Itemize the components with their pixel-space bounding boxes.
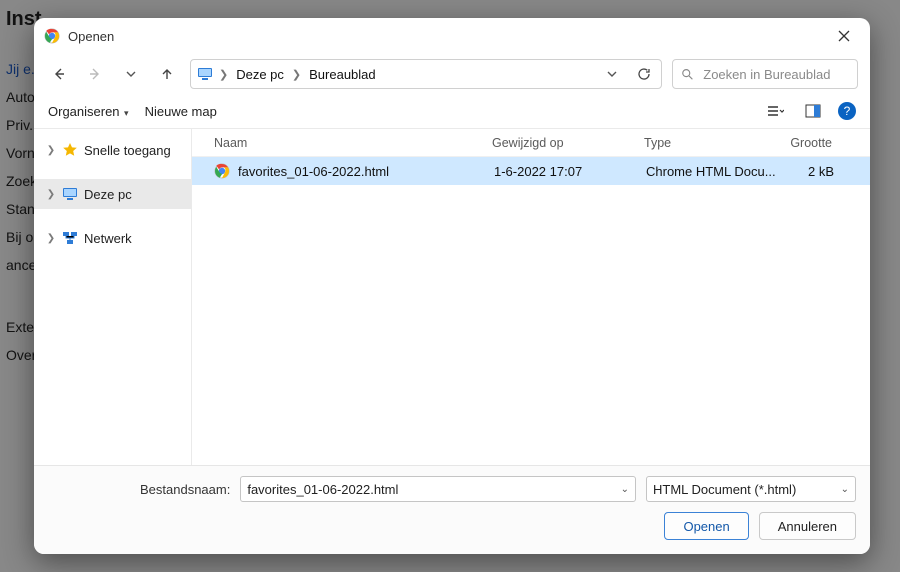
chrome-file-icon	[214, 163, 230, 179]
search-box[interactable]	[672, 59, 858, 89]
nav-row: ❯ Deze pc ❯ Bureaublad	[34, 54, 870, 94]
dialog-footer: Bestandsnaam: favorites_01-06-2022.html …	[34, 465, 870, 554]
chevron-down-icon	[126, 69, 136, 79]
search-icon	[681, 67, 693, 81]
help-icon: ?	[844, 104, 851, 118]
column-name-label: Naam	[214, 136, 247, 150]
nav-tree: ❯ Snelle toegang ❯ Deze pc ❯ Ne	[34, 129, 192, 465]
file-type: Chrome HTML Docu...	[646, 164, 784, 179]
column-size[interactable]: Grootte	[782, 136, 842, 150]
titlebar: Openen	[34, 18, 870, 54]
file-open-dialog: Openen ❯ Deze pc ❯ Bureaublad	[34, 18, 870, 554]
chevron-right-icon: ❯	[219, 68, 228, 81]
filename-label: Bestandsnaam:	[48, 482, 230, 497]
nav-forward-button[interactable]	[82, 61, 108, 87]
file-row[interactable]: favorites_01-06-2022.html 1-6-2022 17:07…	[192, 157, 870, 185]
filetype-value: HTML Document (*.html)	[653, 482, 841, 497]
chevron-down-icon	[607, 69, 617, 79]
this-pc-icon	[62, 186, 78, 202]
arrow-right-icon	[88, 67, 102, 81]
view-menu[interactable]	[762, 98, 788, 124]
cancel-button-label: Annuleren	[778, 519, 837, 534]
close-icon	[838, 30, 850, 42]
chevron-right-icon: ❯	[46, 145, 56, 156]
cancel-button[interactable]: Annuleren	[759, 512, 856, 540]
organize-label: Organiseren	[48, 104, 120, 119]
organize-menu[interactable]: Organiseren ▾	[48, 104, 129, 119]
view-list-icon	[766, 104, 784, 118]
filename-value: favorites_01-06-2022.html	[247, 482, 620, 497]
dialog-title: Openen	[68, 29, 828, 44]
breadcrumb-folder[interactable]: Bureaublad	[307, 67, 378, 82]
button-row: Openen Annuleren	[48, 512, 856, 540]
help-button[interactable]: ?	[838, 102, 856, 120]
this-pc-icon	[197, 66, 213, 82]
close-button[interactable]	[828, 23, 860, 49]
arrow-up-icon	[160, 67, 174, 81]
network-icon	[62, 230, 78, 246]
tree-this-pc[interactable]: ❯ Deze pc	[34, 179, 191, 209]
tree-label: Snelle toegang	[84, 143, 171, 158]
tree-quick-access[interactable]: ❯ Snelle toegang	[34, 135, 191, 165]
chevron-down-icon: ⌄	[841, 484, 849, 495]
open-button[interactable]: Openen	[664, 512, 748, 540]
file-name: favorites_01-06-2022.html	[238, 164, 494, 179]
tree-label: Netwerk	[84, 231, 132, 246]
tree-network[interactable]: ❯ Netwerk	[34, 223, 191, 253]
filetype-combo[interactable]: HTML Document (*.html) ⌄	[646, 476, 856, 502]
search-input[interactable]	[701, 66, 849, 83]
file-modified: 1-6-2022 17:07	[494, 164, 646, 179]
preview-pane-button[interactable]	[800, 98, 826, 124]
dialog-body: ❯ Snelle toegang ❯ Deze pc ❯ Ne	[34, 128, 870, 465]
column-type[interactable]: Type	[644, 136, 782, 150]
tree-label: Deze pc	[84, 187, 132, 202]
nav-recent-button[interactable]	[118, 61, 144, 87]
chevron-down-icon: ⌄	[621, 484, 629, 495]
column-name[interactable]: Naam	[214, 136, 492, 150]
column-headers: Naam Gewijzigd op Type Grootte	[192, 129, 870, 157]
file-list: Naam Gewijzigd op Type Grootte favorites…	[192, 129, 870, 465]
file-size: 2 kB	[784, 164, 844, 179]
column-modified[interactable]: Gewijzigd op	[492, 136, 644, 150]
chevron-right-icon: ❯	[292, 68, 301, 81]
nav-up-button[interactable]	[154, 61, 180, 87]
arrow-left-icon	[52, 67, 66, 81]
nav-back-button[interactable]	[46, 61, 72, 87]
filename-combo[interactable]: favorites_01-06-2022.html ⌄	[240, 476, 636, 502]
chrome-icon	[44, 28, 60, 44]
new-folder-button[interactable]: Nieuwe map	[145, 104, 217, 119]
breadcrumb-dropdown[interactable]	[601, 63, 623, 85]
refresh-icon	[637, 67, 651, 81]
chevron-right-icon: ❯	[46, 189, 56, 200]
chevron-down-icon: ▾	[122, 108, 129, 118]
open-button-label: Openen	[683, 519, 729, 534]
breadcrumb-bar[interactable]: ❯ Deze pc ❯ Bureaublad	[190, 59, 662, 89]
refresh-button[interactable]	[633, 63, 655, 85]
star-icon	[62, 142, 78, 158]
filename-row: Bestandsnaam: favorites_01-06-2022.html …	[48, 476, 856, 502]
preview-pane-icon	[805, 104, 821, 118]
toolbar: Organiseren ▾ Nieuwe map ?	[34, 94, 870, 128]
chevron-right-icon: ❯	[46, 233, 56, 244]
breadcrumb-root[interactable]: Deze pc	[234, 67, 286, 82]
